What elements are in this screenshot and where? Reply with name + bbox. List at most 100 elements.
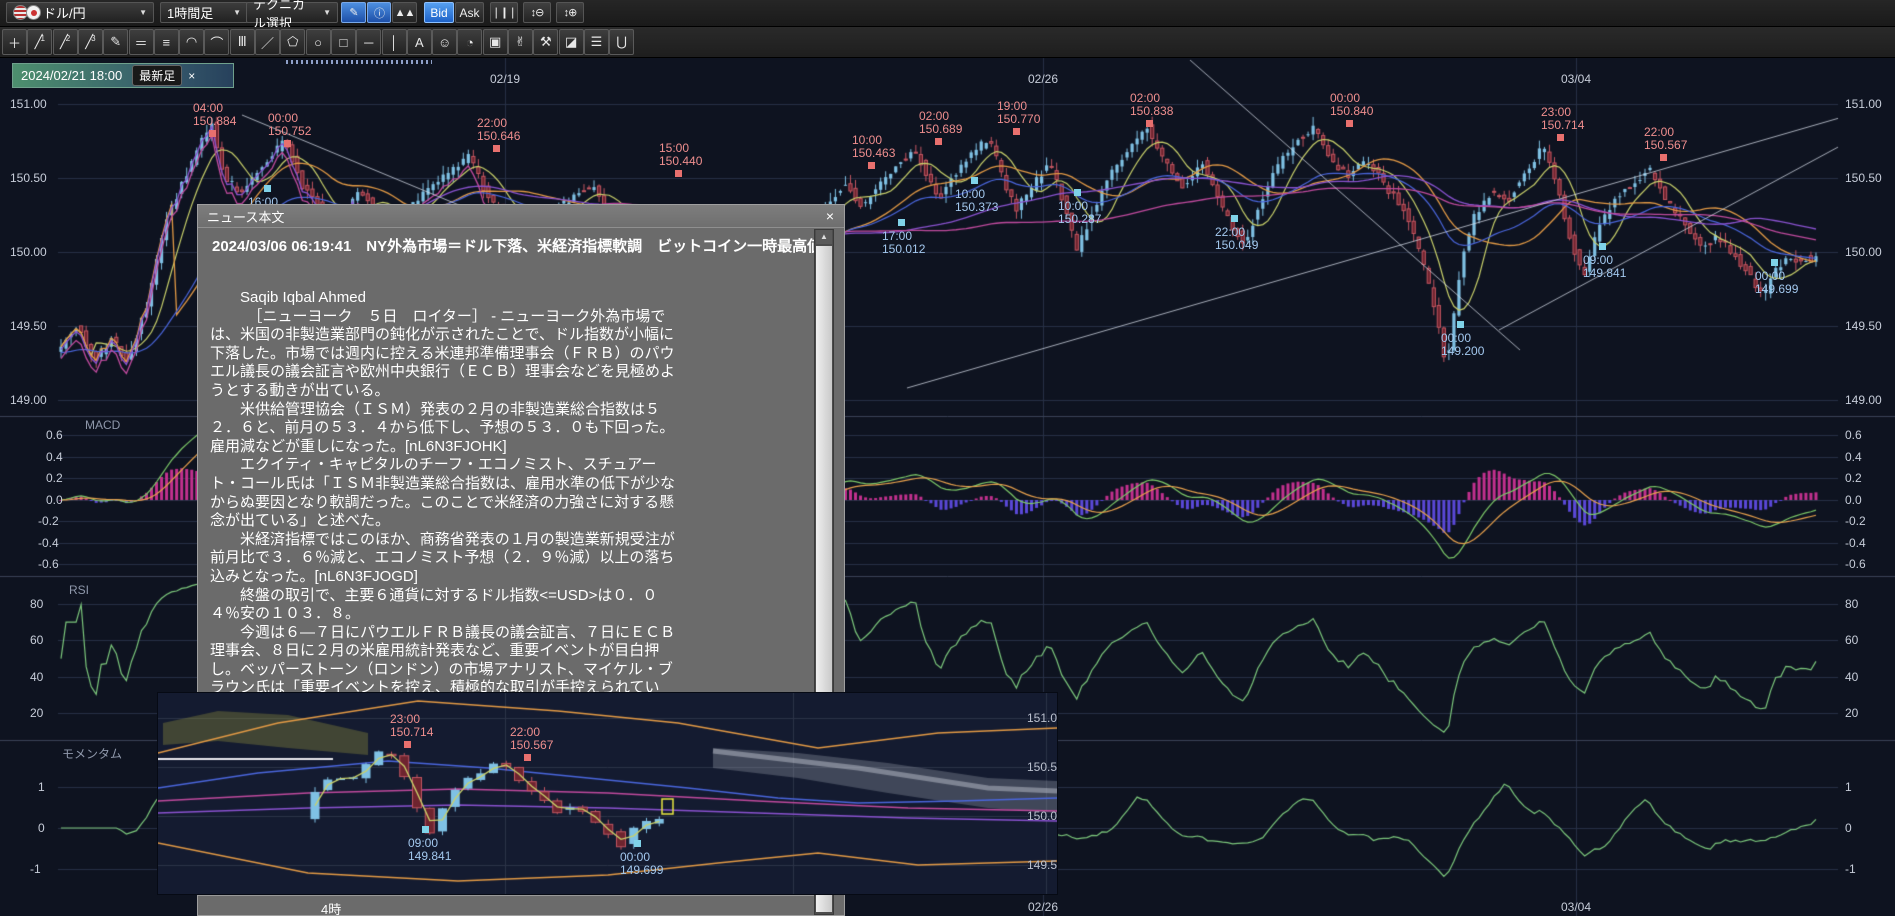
technical-select-button[interactable]: テクニカル選択 ▼	[246, 2, 338, 23]
tag-datetime: 2024/02/21 18:00	[13, 68, 122, 83]
candle-chart-icon[interactable]: ❘❙❘	[490, 2, 518, 23]
copy-tool-icon[interactable]: ▣	[483, 29, 508, 55]
rsi-axis-label-right: 80	[1845, 597, 1858, 611]
trendline-2-tool-icon[interactable]: ╱2	[53, 29, 78, 55]
pencil-line-tool-icon[interactable]: ✎	[103, 29, 128, 55]
price-axis-label-left: 149.00	[10, 393, 47, 407]
price-axis-label-right: 149.50	[1845, 319, 1882, 333]
wrench-tool-icon[interactable]: ⚒	[533, 29, 558, 55]
hand-tool-icon[interactable]: ✌	[508, 29, 533, 55]
zoom-out-icon[interactable]: ↕⊖	[523, 2, 551, 23]
timeframe-dropdown[interactable]: 1時間足 ▼	[160, 2, 248, 23]
chevron-down-icon: ▼	[131, 8, 147, 17]
parallel-lines-tool-icon[interactable]: ＝	[129, 29, 154, 55]
swing-annotation: 22:00 150.567	[1644, 126, 1687, 152]
horizontal-line-tool-icon[interactable]: ─	[356, 29, 381, 55]
swing-marker-icon	[1599, 243, 1606, 250]
timeframe-label: 1時間足	[167, 3, 213, 22]
inset-swing-annotation: 23:00 150.714	[390, 713, 433, 739]
inset-chart-canvas[interactable]	[158, 693, 1057, 894]
swing-marker-icon	[1557, 134, 1564, 141]
swing-annotation: 10:00 150.463	[852, 134, 895, 160]
mountain-chart-icon[interactable]: ▲▲	[392, 2, 417, 23]
news-headline: 2024/03/06 06:19:41 NY外為市場＝ドル下落、米経済指標軟調 …	[212, 235, 822, 256]
zoom-in-icon[interactable]: ↕⊕	[556, 2, 584, 23]
swing-annotation: 02:00 150.689	[919, 110, 962, 136]
rsi-axis-label-left: 40	[30, 670, 43, 684]
swing-annotation: 22:00 150.049	[1215, 226, 1258, 252]
news-titlebar[interactable]: ニュース本文 ×	[198, 205, 844, 228]
candle-timestamp-tag[interactable]: 2024/02/21 18:00 最新足 ×	[12, 63, 234, 88]
clock-tool-icon[interactable]: ◔	[457, 29, 482, 55]
rectangle-tool-icon[interactable]: □	[331, 29, 356, 55]
inset-chart-window[interactable]: 151.0150.5150.0149.523:00 150.71422:00 1…	[157, 692, 1058, 895]
settings-list-tool-icon[interactable]: ☰	[584, 29, 609, 55]
japan-flag-icon	[26, 5, 41, 20]
drag-handle-dots[interactable]	[286, 60, 432, 64]
inset-swing-marker-icon	[422, 826, 429, 833]
swing-marker-icon	[1771, 259, 1778, 266]
macd-axis-label-left: 0.2	[46, 471, 63, 485]
circle-tool-icon[interactable]: ○	[306, 29, 331, 55]
multi-lines-tool-icon[interactable]: ≡	[154, 29, 179, 55]
news-body-text: Saqib Iqbal Ahmed ［ニューヨーク ５日 ロイター］ - ニュー…	[210, 289, 682, 717]
tag-close-icon[interactable]: ×	[188, 69, 195, 83]
text-tool-icon[interactable]: A	[407, 29, 432, 55]
inset-swing-marker-icon	[404, 741, 411, 748]
price-axis-label-left: 150.00	[10, 245, 47, 259]
rsi-axis-label-right: 40	[1845, 670, 1858, 684]
macd-axis-label-right: 0.0	[1845, 493, 1862, 507]
main-toolbar: ドル/円 ▼ 1時間足 ▼ テクニカル選択 ▼ ✎ⓘ▲▲❘❙❘↕⊖↕⊕ Bid …	[0, 0, 1895, 27]
macd-axis-label-right: 0.6	[1845, 428, 1862, 442]
crosshair-tool-icon[interactable]: ＋	[2, 29, 27, 55]
magnet-tool-icon[interactable]: ⋃	[609, 29, 634, 55]
inset-price-label: 150.0	[1027, 809, 1057, 823]
swing-marker-icon	[1660, 154, 1667, 161]
ask-button[interactable]: Ask	[455, 2, 484, 23]
price-axis-label-right: 150.00	[1845, 245, 1882, 259]
swing-annotation: 10:00 150.287	[1058, 200, 1101, 226]
momentum-axis-label-right: 0	[1845, 821, 1852, 835]
rsi-axis-label-left: 80	[30, 597, 43, 611]
macd-axis-label-right: -0.4	[1845, 536, 1866, 550]
quote-time: 4時	[321, 899, 341, 916]
chevron-down-icon: ▼	[315, 8, 331, 17]
swing-marker-icon	[1013, 128, 1020, 135]
x-axis-date-label: 02/19	[490, 72, 520, 86]
trendline-3-tool-icon[interactable]: ╱3	[78, 29, 103, 55]
swing-marker-icon	[971, 177, 978, 184]
panel-title: モメンタム	[62, 745, 122, 762]
swing-annotation: 23:00 150.714	[1541, 106, 1584, 132]
time-zones-tool-icon[interactable]: Ⅲ	[230, 29, 255, 55]
icon-stamp-tool-icon[interactable]: ☺	[432, 29, 457, 55]
inset-price-label: 150.5	[1027, 760, 1057, 774]
chevron-down-icon: ▼	[225, 8, 241, 17]
price-axis-label-left: 150.50	[10, 171, 47, 185]
macd-axis-label-left: -0.4	[38, 536, 59, 550]
momentum-axis-label-right: 1	[1845, 780, 1852, 794]
swing-marker-icon	[1346, 120, 1353, 127]
pentagon-tool-icon[interactable]: ⬠	[280, 29, 305, 55]
swing-marker-icon	[1231, 215, 1238, 222]
x-axis-date-label-bottom: 03/04	[1561, 900, 1591, 914]
info-icon[interactable]: ⓘ	[367, 2, 391, 23]
gann-fan-tool-icon[interactable]: ／	[255, 29, 280, 55]
swing-annotation: 02:00 150.838	[1130, 92, 1173, 118]
bid-button[interactable]: Bid	[424, 2, 454, 23]
news-title: ニュース本文	[198, 207, 284, 226]
news-close-icon[interactable]: ×	[826, 208, 844, 224]
swing-annotation: 15:00 150.440	[659, 142, 702, 168]
latest-candle-button[interactable]: 最新足	[132, 65, 182, 86]
macd-axis-label-left: 0.0	[46, 493, 63, 507]
quote-strip: 4時 始値 150.40	[198, 895, 814, 916]
vertical-line-tool-icon[interactable]: │	[382, 29, 407, 55]
fan-lines-tool-icon[interactable]: ⌒	[204, 29, 229, 55]
price-axis-label-right: 151.00	[1845, 97, 1882, 111]
swing-marker-icon	[868, 162, 875, 169]
fibonacci-arc-tool-icon[interactable]: ◠	[179, 29, 204, 55]
pencil-icon[interactable]: ✎	[341, 2, 366, 23]
symbol-dropdown[interactable]: ドル/円 ▼	[6, 2, 154, 23]
scrollbar-up-icon[interactable]: ▲	[816, 230, 832, 244]
eraser-tool-icon[interactable]: ◪	[559, 29, 584, 55]
trendline-1-tool-icon[interactable]: ╱1	[27, 29, 52, 55]
